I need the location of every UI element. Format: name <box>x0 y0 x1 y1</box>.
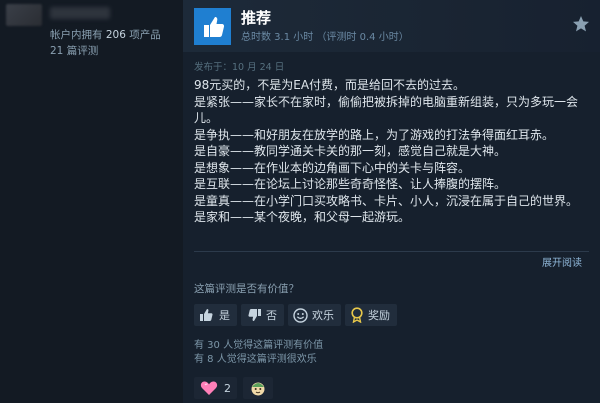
award-button[interactable]: 奖励 <box>345 304 397 326</box>
star-icon[interactable] <box>572 15 590 33</box>
thumbs-up-icon <box>194 8 231 45</box>
heart-award-icon <box>200 381 218 395</box>
post-date: 发布于：10 月 24 日 <box>194 62 285 73</box>
profile-panel: 帐户内拥有 206 项产品 21 篇评测 <box>0 0 183 403</box>
review-paragraph: 是想象——在作业本的边角画下心中的关卡与阵容。 <box>194 160 471 175</box>
awards-row: 2 <box>194 377 273 399</box>
review-paragraph: 98元买的，不是为EA付费，而是给回不去的过去。 <box>194 78 466 92</box>
playtime-hours: 总时数 3.1 小时 （评测时 0.4 小时） <box>241 32 409 43</box>
review-header: 推荐 总时数 3.1 小时 （评测时 0.4 小时） <box>183 0 600 52</box>
helpful-question: 这篇评测是否有价值？ <box>194 283 299 295</box>
review-paragraph: 是自豪——教同学通关卡关的那一刻，感觉自己就是大神。 <box>194 144 507 158</box>
review-paragraph: 是互联——在论坛上讨论那些奇奇怪怪、让人捧腹的摆阵。 <box>194 177 507 191</box>
vote-yes-button[interactable]: 是 <box>194 304 237 326</box>
review-text-fade <box>194 222 594 244</box>
heart-award-count: 2 <box>224 381 231 395</box>
vote-funny-label: 欢乐 <box>312 309 334 322</box>
owned-prefix: 帐户内拥有 <box>50 29 103 41</box>
funny-count-text: 有 8 人觉得这篇评测很欢乐 <box>194 354 317 365</box>
owned-suffix: 项产品 <box>129 29 161 41</box>
expand-review-link[interactable]: 展开阅读 <box>542 254 582 269</box>
review-stats: 有 30 人觉得这篇评测有价值 有 8 人觉得这篇评测很欢乐 <box>194 339 323 367</box>
vote-no-label: 否 <box>266 309 277 322</box>
heart-award[interactable]: 2 <box>194 377 237 399</box>
review-text: 98元买的，不是为EA付费，而是给回不去的过去。 是紧张——家长不在家时，偷偷把… <box>194 77 589 226</box>
review-verdict: 推荐 <box>241 9 272 27</box>
review-paragraph: 是争执——和好朋友在放学的路上，为了游戏的打法争得面红耳赤。 <box>194 127 555 142</box>
owned-products-text[interactable]: 帐户内拥有 206 项产品 <box>50 28 161 42</box>
mascot-award-icon <box>251 382 265 396</box>
vote-buttons: 是 否 欢乐 奖励 <box>194 304 397 326</box>
review-paragraph: 是紧张——家长不在家时，偷偷把被拆掉的电脑重新组装，只为多玩一会儿。 <box>194 94 579 126</box>
profile-name-blurred[interactable] <box>50 7 110 19</box>
review-panel: 推荐 总时数 3.1 小时 （评测时 0.4 小时） 发布于：10 月 24 日… <box>183 0 600 403</box>
vote-yes-label: 是 <box>219 309 230 322</box>
divider <box>194 251 589 252</box>
thumbs-down-icon <box>248 309 261 321</box>
award-label: 奖励 <box>368 309 390 322</box>
review-paragraph: 是童真——在小学门口买攻略书、卡片、小人，沉浸在属于自己的世界。 <box>194 193 579 208</box>
award-medal-icon <box>351 307 363 323</box>
review-count-link[interactable]: 21 篇评测 <box>50 44 98 58</box>
vote-no-button[interactable]: 否 <box>241 304 284 326</box>
owned-count: 206 <box>105 29 126 41</box>
vote-funny-button[interactable]: 欢乐 <box>288 304 341 326</box>
avatar[interactable] <box>6 4 42 26</box>
smiley-icon <box>293 307 308 323</box>
helpful-count-text: 有 30 人觉得这篇评测有价值 <box>194 340 324 351</box>
thumbs-up-icon <box>200 309 213 321</box>
mascot-award[interactable] <box>243 377 273 399</box>
